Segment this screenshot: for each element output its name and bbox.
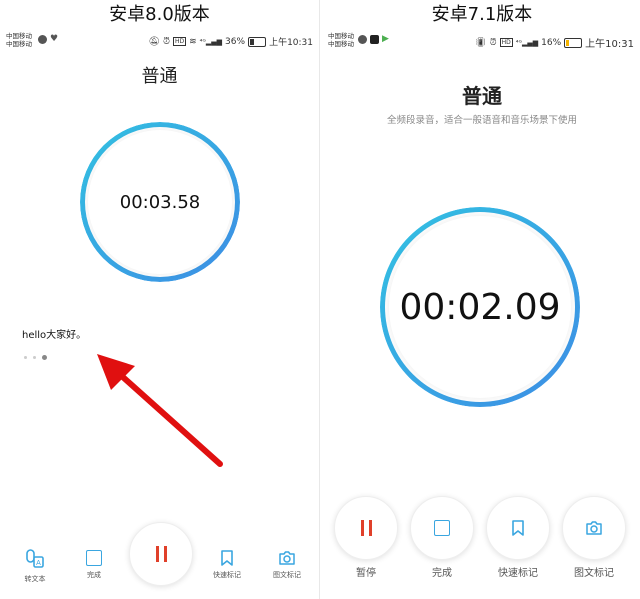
photo-mark-label: 图文标记 — [273, 571, 301, 579]
photo-mark-label: 图文标记 — [574, 568, 614, 579]
done-button[interactable]: 完成 — [78, 550, 110, 580]
status-bar: 中国移动 中国移动 ♥ 🔕︎ ⏰︎ HD ≋ ⁴ᴳ▂▄▆ 36% 上午10:31 — [0, 32, 319, 52]
done-button[interactable]: 完成 — [410, 496, 474, 579]
android-7-panel: 安卓7.1版本 中国移动 中国移动 ▶ 📳︎ ⏰︎ HD ⁴ᴳ▂▄▆ 16% 上… — [324, 0, 640, 599]
panel-caption: 安卓7.1版本 — [431, 4, 533, 25]
battery-percent: 16% — [541, 37, 562, 48]
stop-icon — [86, 550, 102, 566]
android-8-panel: 安卓8.0版本 中国移动 中国移动 ♥ 🔕︎ ⏰︎ HD ≋ ⁴ᴳ▂▄▆ 36%… — [0, 0, 319, 599]
pause-button[interactable]: 暂停 — [334, 496, 398, 579]
mode-subtitle: 全频段录音，适合一般语音和音乐场景下使用 — [386, 115, 577, 126]
timer-display: 00:02.09 — [399, 286, 561, 328]
wifi-icon: ≋ — [189, 36, 197, 47]
pause-button[interactable] — [129, 522, 193, 586]
carrier-info: 中国移动 中国移动 — [6, 32, 32, 48]
carrier-2: 中国移动 — [6, 40, 32, 48]
camera-icon — [279, 551, 295, 565]
photo-mark-button[interactable]: 图文标记 — [266, 550, 308, 580]
bookmark-icon — [221, 550, 233, 566]
status-bar: 中国移动 中国移动 ▶ 📳︎ ⏰︎ HD ⁴ᴳ▂▄▆ 16% 上午10:31 — [324, 32, 640, 52]
quick-mark-label: 快速标记 — [213, 571, 241, 579]
mode-title: 普通 — [141, 66, 178, 87]
clock: 上午10:31 — [269, 38, 313, 48]
svg-text:A: A — [36, 560, 41, 567]
alarm-icon: ⏰︎ — [162, 36, 170, 47]
red-arrow-annotation — [97, 354, 223, 467]
app-notification-icon-2 — [370, 35, 379, 44]
carrier-1: 中国移动 — [328, 32, 354, 40]
hd-icon: HD — [172, 37, 187, 46]
camera-icon — [586, 521, 602, 535]
app-notification-icon — [38, 35, 47, 44]
carrier-info: 中国移动 中国移动 — [328, 32, 354, 48]
done-label: 完成 — [432, 568, 452, 579]
photo-mark-button[interactable]: 图文标记 — [562, 496, 626, 579]
voice-to-text-icon: A — [26, 549, 44, 568]
play-store-icon: ▶ — [382, 34, 389, 44]
mute-icon: 🔕︎ — [148, 36, 160, 47]
timer-ring: 00:03.58 — [80, 122, 240, 282]
mode-title: 普通 — [462, 84, 502, 108]
transcript-text: hello大家好。 — [22, 330, 87, 341]
stop-icon — [434, 520, 450, 536]
signal-icon: ⁴ᴳ▂▄▆ — [515, 38, 539, 47]
timer-display: 00:03.58 — [119, 191, 201, 213]
clock: 上午10:31 — [585, 39, 634, 50]
bookmark-icon — [512, 520, 524, 536]
timer-ring: 00:02.09 — [380, 207, 580, 407]
battery-icon — [248, 36, 267, 47]
battery-icon — [564, 37, 583, 48]
to-text-label: 转文本 — [24, 575, 46, 583]
carrier-2: 中国移动 — [328, 40, 354, 48]
quick-mark-button[interactable]: 快速标记 — [486, 496, 550, 579]
heart-icon: ♥ — [50, 34, 59, 44]
to-text-button[interactable]: A 转文本 — [18, 548, 52, 584]
app-notification-icon — [358, 35, 367, 44]
quick-mark-button[interactable]: 快速标记 — [206, 550, 248, 580]
pause-label: 暂停 — [356, 568, 376, 579]
hd-icon: HD — [499, 38, 513, 47]
battery-percent: 36% — [225, 36, 246, 47]
signal-icon: ⁴ᴳ▂▄▆ — [199, 37, 223, 46]
panel-caption: 安卓8.0版本 — [109, 4, 210, 25]
quick-mark-label: 快速标记 — [498, 568, 538, 579]
done-label: 完成 — [87, 571, 101, 579]
carrier-1: 中国移动 — [6, 32, 32, 40]
page-indicator — [24, 355, 47, 360]
alarm-icon: ⏰︎ — [489, 37, 497, 48]
pause-icon — [360, 520, 372, 536]
pause-icon — [155, 546, 167, 562]
vibrate-icon: 📳︎ — [475, 37, 487, 48]
